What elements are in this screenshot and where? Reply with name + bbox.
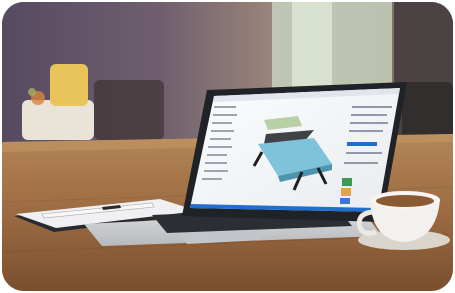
chair-icon — [94, 80, 164, 140]
desk-scene — [2, 2, 453, 291]
photo-frame — [2, 2, 453, 291]
